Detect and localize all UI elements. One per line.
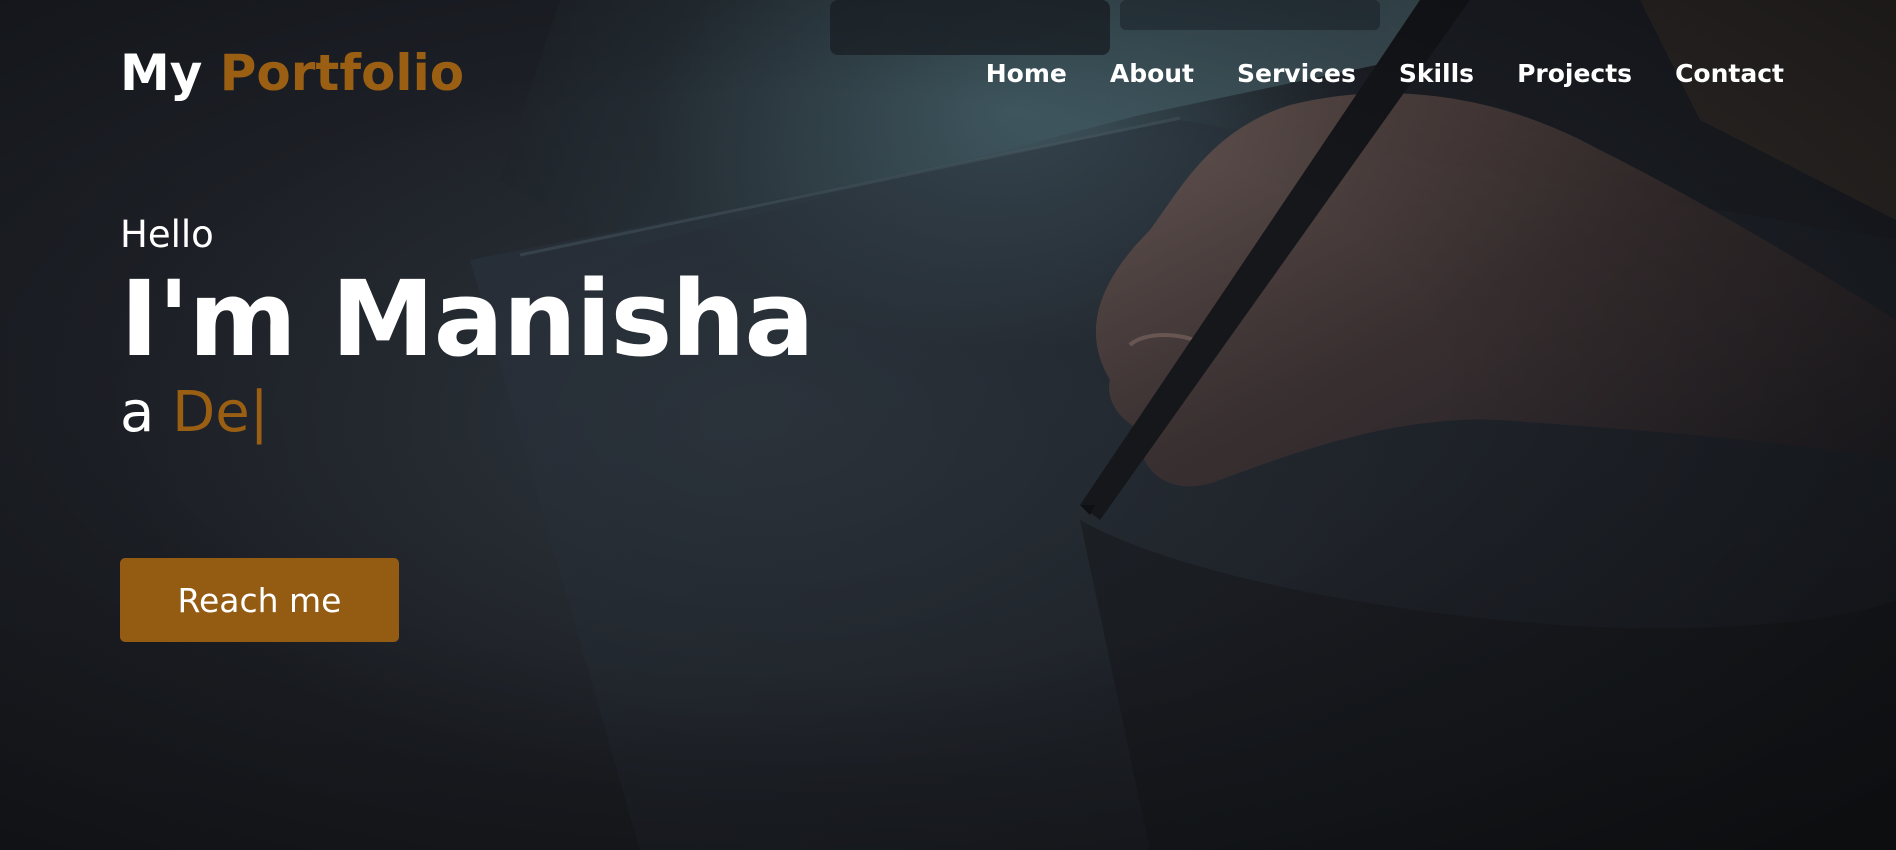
nav-item-about[interactable]: About bbox=[1110, 59, 1194, 88]
nav-menu: Home About Services Skills Projects Cont… bbox=[986, 59, 1784, 88]
nav-item-services[interactable]: Services bbox=[1237, 59, 1356, 88]
role-typed-text: De bbox=[172, 380, 250, 445]
hero-role: a De| bbox=[120, 378, 814, 448]
navbar: My Portfolio Home About Services Skills … bbox=[120, 44, 1784, 102]
hero-greeting: Hello bbox=[120, 213, 214, 256]
nav-item-projects[interactable]: Projects bbox=[1517, 59, 1632, 88]
nav-item-skills[interactable]: Skills bbox=[1399, 59, 1474, 88]
nav-item-home[interactable]: Home bbox=[986, 59, 1067, 88]
role-prefix: a bbox=[120, 380, 173, 445]
logo-text-accent: Portfolio bbox=[219, 44, 465, 102]
hero-name: I'm Manisha bbox=[120, 258, 815, 380]
nav-item-contact[interactable]: Contact bbox=[1675, 59, 1784, 88]
typing-cursor: | bbox=[249, 380, 269, 445]
site-logo[interactable]: My Portfolio bbox=[120, 44, 464, 102]
reach-me-button[interactable]: Reach me bbox=[120, 558, 399, 642]
logo-text-main: My bbox=[120, 44, 220, 102]
portfolio-page: My Portfolio Home About Services Skills … bbox=[0, 0, 1896, 850]
hero-section: Hello I'm Manisha a De| bbox=[120, 210, 815, 448]
